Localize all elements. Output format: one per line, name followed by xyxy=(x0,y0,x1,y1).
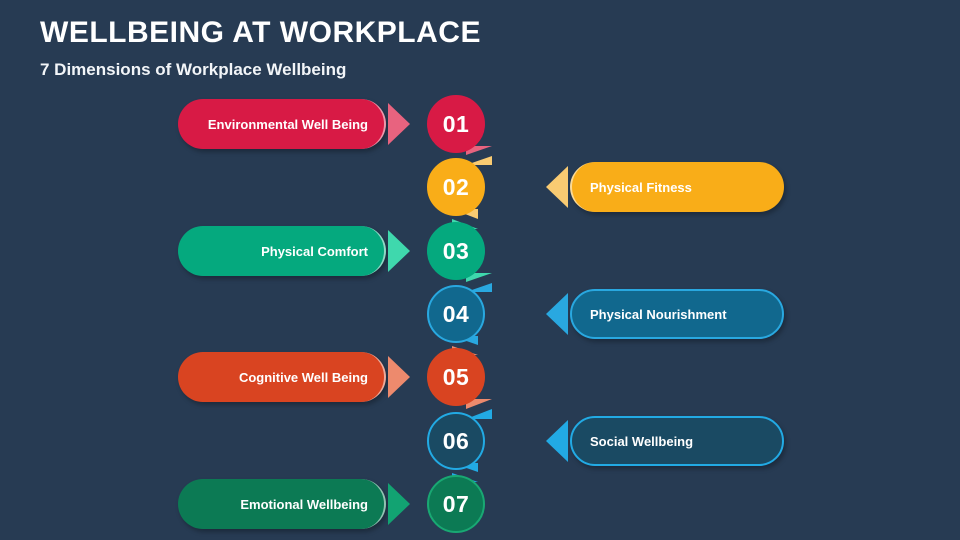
dimension-row: Emotional Wellbeing 07 xyxy=(0,473,960,537)
step-number-badge[interactable]: 01 xyxy=(427,95,485,153)
dimension-pill-body: Physical Nourishment xyxy=(570,289,784,339)
step-number: 07 xyxy=(442,490,470,517)
dimension-pill-body: Environmental Well Being xyxy=(178,99,386,149)
wellbeing-dimensions-chain: Environmental Well Being 01 Physical Fitne… xyxy=(0,0,960,540)
step-number-badge[interactable]: 02 xyxy=(427,158,485,216)
dimension-row: Physical Fitness 02 xyxy=(0,156,960,220)
arrow-icon xyxy=(546,293,568,335)
dimension-label: Environmental Well Being xyxy=(207,116,368,132)
dimension-label: Physical Comfort xyxy=(261,243,368,259)
dimension-row: Physical Nourishment 04 xyxy=(0,283,960,347)
step-number-badge[interactable]: 04 xyxy=(427,285,485,343)
arrow-icon xyxy=(388,483,410,525)
arrow-icon xyxy=(546,166,568,208)
dimension-label: Social Wellbeing xyxy=(590,433,694,449)
step-number-badge[interactable]: 06 xyxy=(427,412,485,470)
dimension-pill[interactable]: Physical Fitness xyxy=(546,162,784,212)
step-number: 05 xyxy=(442,363,470,390)
dimension-pill[interactable]: Cognitive Well Being xyxy=(178,352,410,402)
dimension-pill-body: Emotional Wellbeing xyxy=(178,479,386,529)
dimension-label: Physical Fitness xyxy=(590,179,692,195)
dimension-row: Social Wellbeing 06 xyxy=(0,410,960,474)
dimension-pill-body: Physical Fitness xyxy=(570,162,784,212)
dimension-pill[interactable]: Emotional Wellbeing xyxy=(178,479,410,529)
dimension-pill[interactable]: Physical Nourishment xyxy=(546,289,784,339)
arrow-icon xyxy=(388,230,410,272)
dimension-pill-body: Physical Comfort xyxy=(178,226,386,276)
dimension-pill-body: Cognitive Well Being xyxy=(178,352,386,402)
step-number-badge[interactable]: 03 xyxy=(427,222,485,280)
step-number-badge[interactable]: 07 xyxy=(427,475,485,533)
slide-canvas: WELLBEING AT WORKPLACE 7 Dimensions of W… xyxy=(0,0,960,540)
step-number: 01 xyxy=(442,110,470,137)
arrow-icon xyxy=(388,103,410,145)
dimension-label: Emotional Wellbeing xyxy=(240,496,368,512)
dimension-pill[interactable]: Social Wellbeing xyxy=(546,416,784,466)
step-number: 03 xyxy=(442,237,470,264)
arrow-icon xyxy=(546,420,568,462)
dimension-pill[interactable]: Physical Comfort xyxy=(178,226,410,276)
step-number: 02 xyxy=(442,173,470,200)
step-number: 06 xyxy=(442,427,470,454)
dimension-pill-body: Social Wellbeing xyxy=(570,416,784,466)
dimension-label: Physical Nourishment xyxy=(590,306,727,322)
arrow-icon xyxy=(388,356,410,398)
dimension-pill[interactable]: Environmental Well Being xyxy=(178,99,410,149)
step-number: 04 xyxy=(442,300,470,327)
step-number-badge[interactable]: 05 xyxy=(427,348,485,406)
dimension-label: Cognitive Well Being xyxy=(238,369,368,385)
